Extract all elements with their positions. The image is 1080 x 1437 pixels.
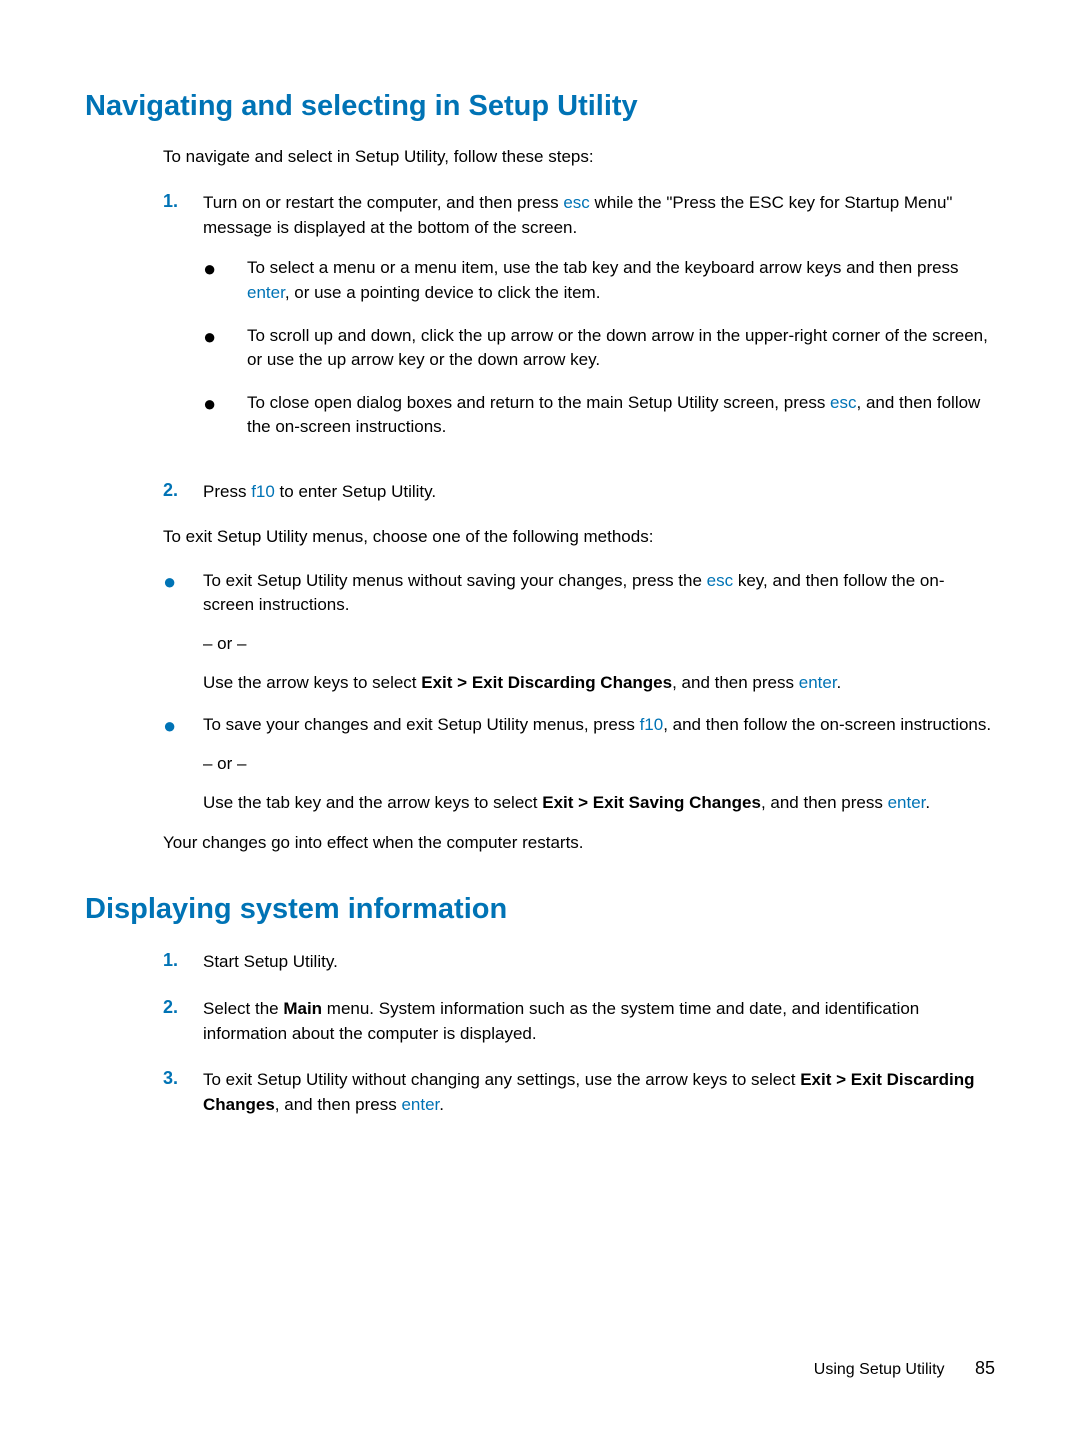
exit-intro-text: To exit Setup Utility menus, choose one …	[163, 527, 995, 547]
text: Press	[203, 482, 251, 501]
text: To save your changes and exit Setup Util…	[203, 713, 995, 815]
text: Select the	[203, 999, 283, 1018]
step-number: 3.	[163, 1068, 203, 1117]
exit-methods-list: ● To exit Setup Utility menus without sa…	[163, 569, 995, 815]
text: , and then press	[672, 673, 799, 692]
list-item: 2. Press f10 to enter Setup Utility.	[163, 480, 995, 505]
bullet-icon: ●	[203, 324, 247, 373]
key-esc: esc	[830, 393, 856, 412]
text: To scroll up and down, click the up arro…	[247, 324, 995, 373]
list-item: 3. To exit Setup Utility without changin…	[163, 1068, 995, 1117]
menu-name: Main	[283, 999, 322, 1018]
page-footer: Using Setup Utility 85	[814, 1358, 995, 1379]
step-body: To exit Setup Utility without changing a…	[203, 1068, 995, 1117]
bullet-icon: ●	[163, 713, 203, 815]
text: To exit Setup Utility without changing a…	[203, 1070, 800, 1089]
text: Use the tab key and the arrow keys to se…	[203, 793, 542, 812]
or-divider: – or –	[203, 632, 995, 657]
step-body: Turn on or restart the computer, and the…	[203, 191, 995, 458]
step-body: Select the Main menu. System information…	[203, 997, 995, 1046]
text: Use the tab key and the arrow keys to se…	[203, 791, 995, 816]
text: To select a menu or a menu item, use the…	[247, 256, 995, 305]
text: To exit Setup Utility menus without savi…	[203, 569, 995, 696]
text: .	[439, 1095, 444, 1114]
step-body: Start Setup Utility.	[203, 950, 995, 975]
step-number: 1.	[163, 191, 203, 458]
text: , or use a pointing device to click the …	[285, 283, 601, 302]
list-item: ● To save your changes and exit Setup Ut…	[163, 713, 995, 815]
text: , and then follow the on-screen instruct…	[663, 715, 991, 734]
page-number: 85	[975, 1358, 995, 1378]
ordered-list-2: 1. Start Setup Utility. 2. Select the Ma…	[163, 950, 995, 1117]
footer-text: Using Setup Utility	[814, 1361, 945, 1378]
text: To save your changes and exit Setup Util…	[203, 715, 640, 734]
intro-text: To navigate and select in Setup Utility,…	[163, 147, 995, 167]
key-esc: esc	[707, 571, 733, 590]
key-esc: esc	[563, 193, 589, 212]
text: to enter Setup Utility.	[275, 482, 436, 501]
text: Use the arrow keys to select Exit > Exit…	[203, 671, 995, 696]
list-item: 1. Turn on or restart the computer, and …	[163, 191, 995, 458]
list-item: 2. Select the Main menu. System informat…	[163, 997, 995, 1046]
text: Turn on or restart the computer, and the…	[203, 193, 563, 212]
menu-path: Exit > Exit Discarding Changes	[421, 673, 672, 692]
text: To select a menu or a menu item, use the…	[247, 258, 959, 277]
key-f10: f10	[640, 715, 664, 734]
bullet-icon: ●	[203, 256, 247, 305]
bullet-icon: ●	[163, 569, 203, 696]
menu-path: Exit > Exit Saving Changes	[542, 793, 761, 812]
list-item: ● To close open dialog boxes and return …	[203, 391, 995, 440]
or-divider: – or –	[203, 752, 995, 777]
list-item: ● To exit Setup Utility menus without sa…	[163, 569, 995, 696]
step-number: 2.	[163, 480, 203, 505]
key-enter: enter	[401, 1095, 439, 1114]
list-item: ● To select a menu or a menu item, use t…	[203, 256, 995, 305]
key-enter: enter	[799, 673, 837, 692]
key-enter: enter	[247, 283, 285, 302]
text: Use the arrow keys to select	[203, 673, 421, 692]
text: .	[925, 793, 930, 812]
list-item: 1. Start Setup Utility.	[163, 950, 995, 975]
text: To exit Setup Utility menus without savi…	[203, 571, 707, 590]
step-number: 1.	[163, 950, 203, 975]
text: .	[837, 673, 842, 692]
text: To close open dialog boxes and return to…	[247, 393, 830, 412]
final-text: Your changes go into effect when the com…	[163, 833, 995, 853]
section-heading-displaying: Displaying system information	[85, 893, 995, 926]
step-body: Press f10 to enter Setup Utility.	[203, 480, 995, 505]
sub-list: ● To select a menu or a menu item, use t…	[203, 256, 995, 440]
list-item: ● To scroll up and down, click the up ar…	[203, 324, 995, 373]
key-f10: f10	[251, 482, 275, 501]
section-heading-navigating: Navigating and selecting in Setup Utilit…	[85, 90, 995, 123]
text: , and then press	[275, 1095, 402, 1114]
bullet-icon: ●	[203, 391, 247, 440]
key-enter: enter	[888, 793, 926, 812]
step-number: 2.	[163, 997, 203, 1046]
text: , and then press	[761, 793, 888, 812]
ordered-list-1: 1. Turn on or restart the computer, and …	[163, 191, 995, 505]
text: To close open dialog boxes and return to…	[247, 391, 995, 440]
